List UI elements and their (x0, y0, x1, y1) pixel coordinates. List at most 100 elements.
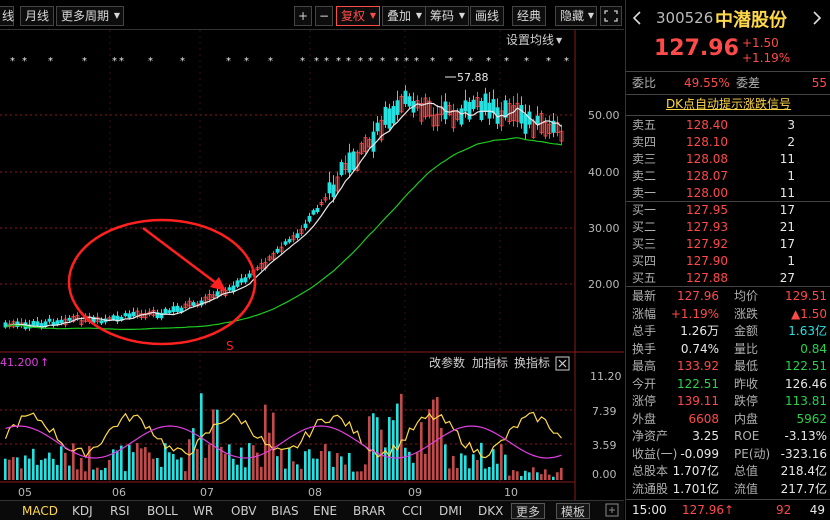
volume-bar (148, 452, 151, 480)
tab-dmi[interactable]: DMI (439, 503, 462, 519)
chevron-down-icon: ▼ (369, 11, 377, 20)
volume-bar (560, 467, 563, 480)
tick-row: 15:00 127.96 ↑ 92 49 (626, 502, 830, 519)
kline-chart[interactable]: * * * * * * * * * * * * * * * * * * * * * * * * * * * * * * 设置均线 ▼ 50… (0, 30, 624, 500)
divider (626, 94, 830, 95)
stat-label: 收益(一) (632, 446, 678, 461)
chips-dropdown[interactable]: 筹码 ▼ (425, 6, 470, 26)
bid-volume: 27 (779, 271, 795, 285)
ma-settings-link[interactable]: 设置均线 (506, 33, 554, 47)
tab-dkx[interactable]: DKX (478, 503, 503, 519)
hide-dropdown[interactable]: 隐藏 ▼ (555, 6, 597, 26)
volume-bar (52, 458, 55, 480)
signal-star-icon: * (226, 56, 231, 67)
candle-body (535, 115, 540, 125)
signal-star-icon: * (48, 56, 53, 67)
volume-bar (280, 449, 283, 480)
adjust-dropdown[interactable]: 复权 ▼ (336, 6, 381, 26)
stat-label: 流值 (734, 481, 759, 496)
dk-signal-link[interactable]: DK点自动提示涨跌信号 (666, 97, 791, 111)
tab-monthly[interactable]: 月线 (20, 6, 55, 26)
tab-ene[interactable]: ENE (313, 503, 337, 519)
close-icon (558, 359, 567, 368)
volume-bar (180, 457, 183, 480)
tab-macd[interactable]: MACD (22, 503, 58, 519)
stat-value: 217.7亿 (780, 481, 827, 496)
chevron-down-icon: ▼ (587, 11, 594, 20)
tab-rsi[interactable]: RSI (110, 503, 130, 519)
volume-bar (104, 467, 107, 480)
stat-label: 换手 (632, 341, 657, 356)
ask-row: 卖五 128.40 3 (626, 117, 830, 134)
tab-kdj[interactable]: KDJ (72, 503, 93, 519)
volume-bar (176, 459, 179, 480)
volume-bar (228, 444, 231, 480)
overlay-dropdown[interactable]: 叠加 ▼ (382, 6, 427, 26)
stat-label: 最低 (734, 359, 759, 373)
stat-value: 0.84 (800, 341, 827, 356)
candle-body (339, 162, 344, 176)
bid-volume: 21 (779, 220, 795, 234)
add-indicator-button[interactable]: 加指标 (472, 355, 508, 370)
signal-star-icon: * (404, 56, 409, 67)
volume-bar (92, 469, 95, 480)
signal-star-icon: * (368, 56, 373, 67)
stats-row: 收益(一) -0.099 PE(动) -323.16 (626, 446, 830, 463)
tab-wr[interactable]: WR (193, 503, 213, 519)
ask-volume: 2 (787, 135, 795, 149)
dk-signal-row[interactable]: DK点自动提示涨跌信号 (626, 96, 830, 113)
zoom-in-button[interactable]: + (294, 6, 312, 26)
bid-price: 127.93 (686, 220, 728, 234)
volume-bar (60, 446, 63, 480)
candle-body (235, 280, 240, 287)
stat-label: 跌停 (734, 394, 759, 408)
more-indicators-button[interactable]: 更多 (511, 503, 546, 519)
tab-period-partial[interactable]: 线 (0, 6, 14, 26)
fullscreen-button[interactable] (600, 6, 622, 26)
stat-label: 金额 (734, 324, 759, 338)
volume-bar (40, 459, 43, 480)
signal-star-icon: * (82, 56, 87, 67)
next-stock-button[interactable] (812, 10, 822, 29)
signal-star-icon: * (22, 56, 27, 67)
bid-label: 买一 (632, 203, 657, 217)
tab-bias[interactable]: BIAS (271, 503, 299, 519)
back-button[interactable] (632, 10, 642, 29)
volume-bar (56, 464, 59, 480)
stock-name: 中潜股份 (715, 10, 787, 31)
ask-volume: 11 (779, 186, 795, 200)
signal-star-icon: * (336, 56, 341, 67)
volume-bar (244, 467, 247, 480)
volume-bar (120, 445, 123, 480)
switch-indicator-button[interactable]: 换指标 (514, 355, 550, 370)
signal-star-icon: * (180, 56, 185, 67)
stat-value: 1.63亿 (788, 324, 827, 338)
tab-boll[interactable]: BOLL (147, 503, 178, 519)
draw-line-button[interactable]: 画线 (470, 6, 505, 26)
zoom-out-button[interactable]: − (315, 6, 333, 26)
signal-star-icon: * (268, 56, 273, 67)
stock-code: 300526 (656, 9, 714, 27)
signal-star-icon: * (414, 56, 419, 67)
change-params-button[interactable]: 改参数 (429, 355, 465, 370)
ask-label: 卖二 (632, 169, 657, 183)
tab-cci[interactable]: CCI (402, 503, 422, 519)
sub-tick: 3.59 (592, 439, 617, 452)
stat-value: 113.81 (785, 394, 827, 408)
tab-brar[interactable]: BRAR (353, 503, 386, 519)
more-periods-dropdown[interactable]: 更多周期 ▼ (56, 6, 125, 26)
template-button[interactable]: 模板 (556, 503, 591, 519)
volume-bar (128, 444, 131, 480)
stat-label: 总值 (734, 464, 759, 478)
chevron-left-icon (632, 11, 641, 25)
order-ratio-row: 委比 49.55% 委差 55 (626, 75, 830, 92)
volume-bar (332, 466, 335, 480)
tab-obv[interactable]: OBV (231, 503, 257, 519)
scroll-button[interactable] (605, 503, 621, 519)
candle-body (59, 319, 64, 324)
classic-button[interactable]: 经典 (512, 6, 547, 26)
stat-value: 122.51 (785, 359, 827, 373)
stat-label: 今开 (632, 376, 657, 391)
ask-row: 卖二 128.07 1 (626, 168, 830, 185)
volume-bar (100, 470, 103, 480)
